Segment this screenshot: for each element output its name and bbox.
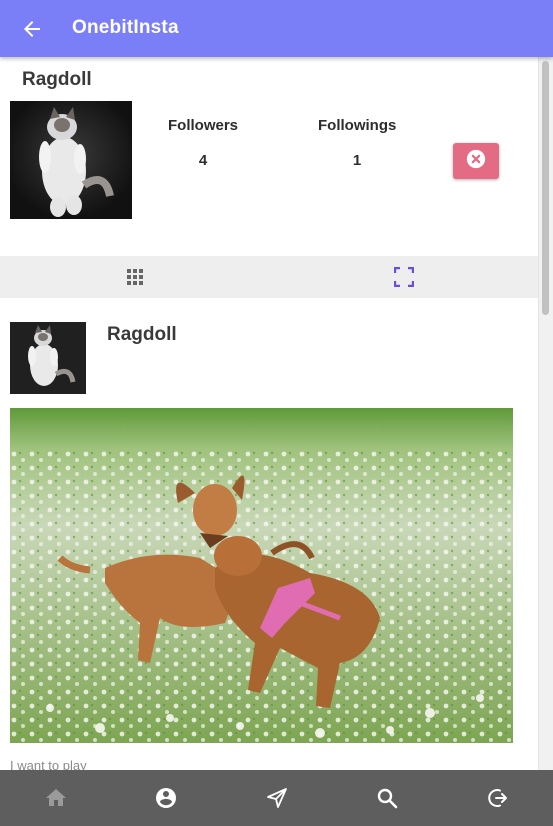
top-app-bar: OnebitInsta bbox=[0, 0, 553, 57]
followers-label: Followers bbox=[168, 117, 239, 134]
followings-label: Followings bbox=[318, 117, 397, 134]
send-icon[interactable] bbox=[265, 786, 289, 810]
scrollbar[interactable] bbox=[538, 57, 553, 770]
profile-content[interactable]: Ragdoll Followers 4 Followings 1 Ragdoll… bbox=[0, 57, 553, 770]
unfollow-button[interactable] bbox=[453, 143, 499, 179]
app-title: OnebitInsta bbox=[72, 17, 179, 38]
close-circle-icon bbox=[465, 148, 487, 175]
post-author-name[interactable]: Ragdoll bbox=[107, 324, 177, 346]
followings-stat[interactable]: Followings 1 bbox=[318, 117, 396, 169]
post-author-avatar[interactable] bbox=[10, 322, 86, 394]
followers-stat[interactable]: Followers 4 bbox=[168, 117, 238, 169]
post-caption: I want to play bbox=[10, 758, 87, 770]
fullscreen-icon[interactable] bbox=[393, 266, 415, 288]
account-icon[interactable] bbox=[154, 786, 178, 810]
scrollbar-thumb[interactable] bbox=[542, 61, 549, 315]
view-toggle-bar bbox=[0, 256, 539, 298]
profile-photo bbox=[10, 101, 132, 219]
arrow-left-icon[interactable] bbox=[20, 17, 44, 41]
home-icon[interactable] bbox=[44, 786, 68, 810]
logout-icon[interactable] bbox=[486, 786, 510, 810]
followers-count: 4 bbox=[198, 152, 208, 169]
post-image[interactable] bbox=[10, 408, 513, 743]
bottom-navigation bbox=[0, 770, 553, 826]
grid-icon[interactable] bbox=[125, 267, 145, 287]
app-screen: OnebitInsta Ragdoll Followers 4 Followin… bbox=[0, 0, 553, 826]
search-icon[interactable] bbox=[375, 786, 399, 810]
followings-count: 1 bbox=[352, 152, 362, 169]
profile-name: Ragdoll bbox=[22, 69, 92, 90]
